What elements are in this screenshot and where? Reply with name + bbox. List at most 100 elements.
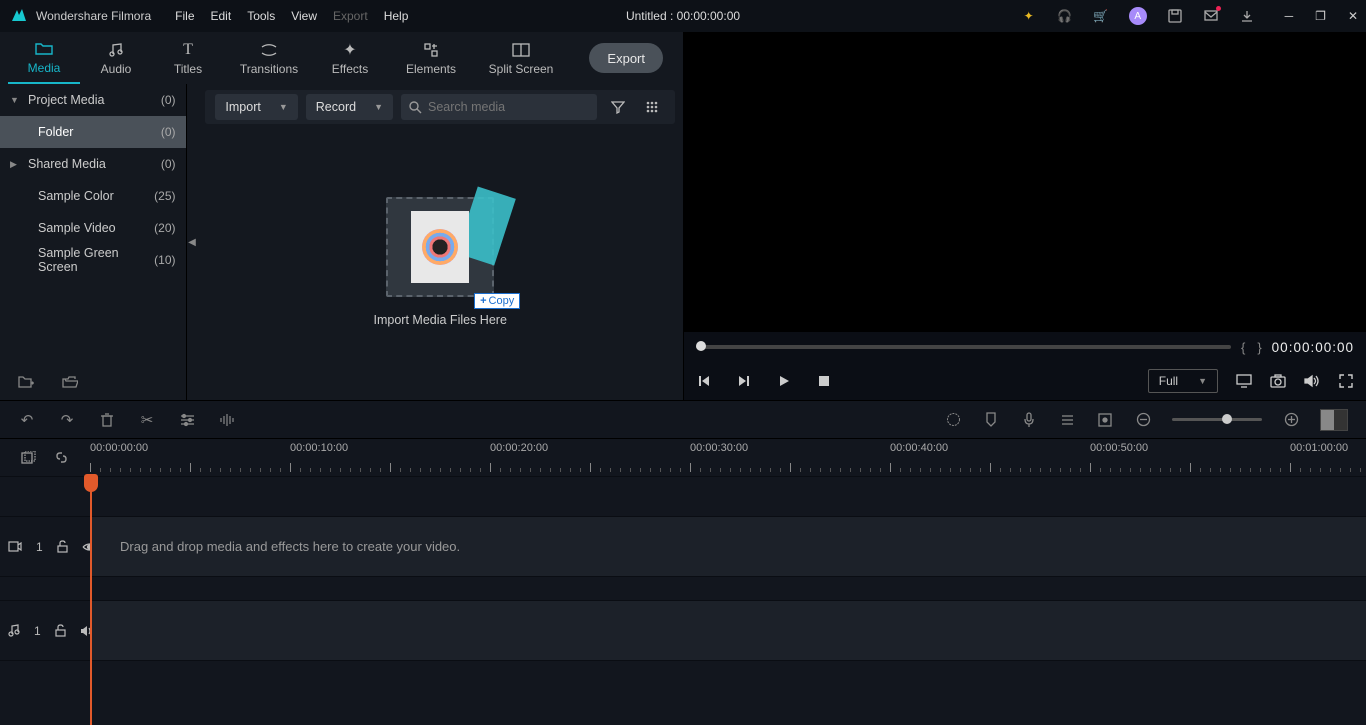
tab-elements[interactable]: Elements	[386, 32, 476, 84]
audio-track[interactable]: 1	[0, 600, 1366, 660]
timeline-ruler[interactable]: 00:00:00:00 00:00:10:00 00:00:20:00 00:0…	[90, 439, 1366, 476]
video-track-head: 1	[0, 517, 90, 576]
marker-icon[interactable]	[982, 411, 1000, 429]
avatar[interactable]: A	[1129, 7, 1147, 25]
adjust-icon[interactable]	[178, 411, 196, 429]
menu-view[interactable]: View	[291, 9, 317, 23]
timeline-header: 00:00:00:00 00:00:10:00 00:00:20:00 00:0…	[0, 438, 1366, 476]
track-spacer	[0, 576, 1366, 600]
tab-transitions[interactable]: Transitions	[224, 32, 314, 84]
chevron-right-icon: ▶	[10, 159, 22, 170]
audio-track-body[interactable]	[90, 601, 1366, 660]
record-dropdown[interactable]: Record ▼	[306, 94, 393, 120]
link-icon[interactable]	[54, 450, 69, 465]
zoom-knob[interactable]	[1222, 414, 1232, 424]
sidebar-item-project-media[interactable]: ▼ Project Media (0)	[0, 84, 186, 116]
timeline-tracks: 1 Drag and drop media and effects here t…	[0, 476, 1366, 725]
mark-out-icon[interactable]: }	[1257, 340, 1261, 355]
tab-effects[interactable]: ✦ Effects	[314, 32, 386, 84]
preview-right-controls: Full ▼	[1148, 369, 1354, 393]
download-icon[interactable]	[1239, 8, 1255, 24]
mixer-icon[interactable]	[1058, 411, 1076, 429]
tab-splitscreen[interactable]: Split Screen	[476, 32, 566, 84]
stop-icon[interactable]	[816, 373, 832, 389]
new-folder-icon[interactable]	[18, 375, 34, 389]
audio-waveform-icon[interactable]	[218, 411, 236, 429]
next-frame-icon[interactable]	[736, 373, 752, 389]
save-icon[interactable]	[1167, 8, 1183, 24]
prev-frame-icon[interactable]	[696, 373, 712, 389]
media-browser: Import ▼ Record ▼	[197, 84, 683, 400]
scrub-knob[interactable]	[696, 341, 706, 351]
lock-icon[interactable]	[55, 624, 66, 637]
play-icon[interactable]	[776, 373, 792, 389]
chevron-down-icon: ▼	[374, 102, 383, 112]
zoom-in-icon[interactable]	[1282, 411, 1300, 429]
media-drop-zone[interactable]: +Copy Import Media Files Here	[197, 124, 683, 400]
filter-icon[interactable]	[605, 94, 631, 120]
sidebar-item-shared-media[interactable]: ▶ Shared Media (0)	[0, 148, 186, 180]
render-icon[interactable]	[944, 411, 962, 429]
video-track-body[interactable]: Drag and drop media and effects here to …	[90, 517, 1366, 576]
maximize-icon[interactable]: ❐	[1315, 9, 1326, 23]
cart-icon[interactable]: 🛒	[1093, 8, 1109, 24]
timeline-view-toggle[interactable]	[1320, 409, 1348, 431]
volume-icon[interactable]	[1304, 373, 1320, 389]
menu-file[interactable]: File	[175, 9, 194, 23]
display-icon[interactable]	[1236, 373, 1252, 389]
lock-icon[interactable]	[57, 540, 68, 553]
title-right-icons: ✦ 🎧 🛒 A ─ ❐ ✕	[1021, 7, 1366, 25]
video-track[interactable]: 1 Drag and drop media and effects here t…	[0, 516, 1366, 576]
menu-help[interactable]: Help	[384, 9, 409, 23]
sidebar-item-folder[interactable]: Folder (0)	[0, 116, 186, 148]
sidebar-item-sample-color[interactable]: Sample Color (25)	[0, 180, 186, 212]
sidebar-item-sample-green-screen[interactable]: Sample Green Screen (10)	[0, 244, 186, 276]
track-manage-icon[interactable]	[21, 451, 36, 465]
import-dropdown[interactable]: Import ▼	[215, 94, 297, 120]
zoom-out-icon[interactable]	[1134, 411, 1152, 429]
playhead-head-icon[interactable]	[84, 474, 98, 492]
scrub-track[interactable]	[696, 345, 1231, 349]
quality-dropdown[interactable]: Full ▼	[1148, 369, 1218, 393]
menu-tools[interactable]: Tools	[247, 9, 275, 23]
minimize-icon[interactable]: ─	[1285, 9, 1294, 23]
voiceover-icon[interactable]	[1020, 411, 1038, 429]
folder-icon	[35, 40, 53, 58]
fullscreen-icon[interactable]	[1338, 373, 1354, 389]
zoom-slider[interactable]	[1172, 418, 1262, 421]
sidebar-bottom-actions	[0, 364, 186, 400]
close-icon[interactable]: ✕	[1348, 9, 1358, 23]
undo-icon[interactable]: ↶	[18, 411, 36, 429]
redo-icon[interactable]: ↷	[58, 411, 76, 429]
main-tabs: Media Audio T Titles Transitions ✦ Effec…	[0, 32, 683, 84]
search-input[interactable]	[428, 100, 589, 114]
preview-video-area[interactable]	[684, 32, 1366, 332]
snapshot-icon[interactable]	[1270, 373, 1286, 389]
delete-icon[interactable]	[98, 411, 116, 429]
grid-view-icon[interactable]	[639, 94, 665, 120]
chevron-down-icon: ▼	[279, 102, 288, 112]
split-icon[interactable]: ✂	[138, 411, 156, 429]
open-folder-icon[interactable]	[62, 375, 78, 389]
mark-in-icon[interactable]: {	[1241, 340, 1245, 355]
app-name: Wondershare Filmora	[36, 9, 151, 23]
tab-audio[interactable]: Audio	[80, 32, 152, 84]
support-icon[interactable]: 🎧	[1057, 8, 1073, 24]
media-panel: Media Audio T Titles Transitions ✦ Effec…	[0, 32, 683, 400]
tips-icon[interactable]: ✦	[1021, 8, 1037, 24]
audio-track-icon	[8, 624, 20, 637]
timeline-header-left	[0, 439, 90, 476]
tab-media[interactable]: Media	[8, 32, 80, 84]
menu-edit[interactable]: Edit	[211, 9, 232, 23]
sidebar-item-sample-video[interactable]: Sample Video (20)	[0, 212, 186, 244]
message-icon[interactable]	[1203, 8, 1219, 24]
media-area: ▼ Project Media (0) Folder (0) ▶ Shared …	[0, 84, 683, 400]
playhead[interactable]	[90, 476, 92, 725]
video-track-icon	[8, 541, 22, 552]
keyframe-icon[interactable]	[1096, 411, 1114, 429]
sidebar-collapse-handle[interactable]: ◀	[187, 84, 198, 400]
export-button[interactable]: Export	[589, 43, 663, 73]
search-media-box[interactable]	[401, 94, 597, 120]
tab-titles[interactable]: T Titles	[152, 32, 224, 84]
chevron-down-icon: ▼	[10, 95, 22, 105]
